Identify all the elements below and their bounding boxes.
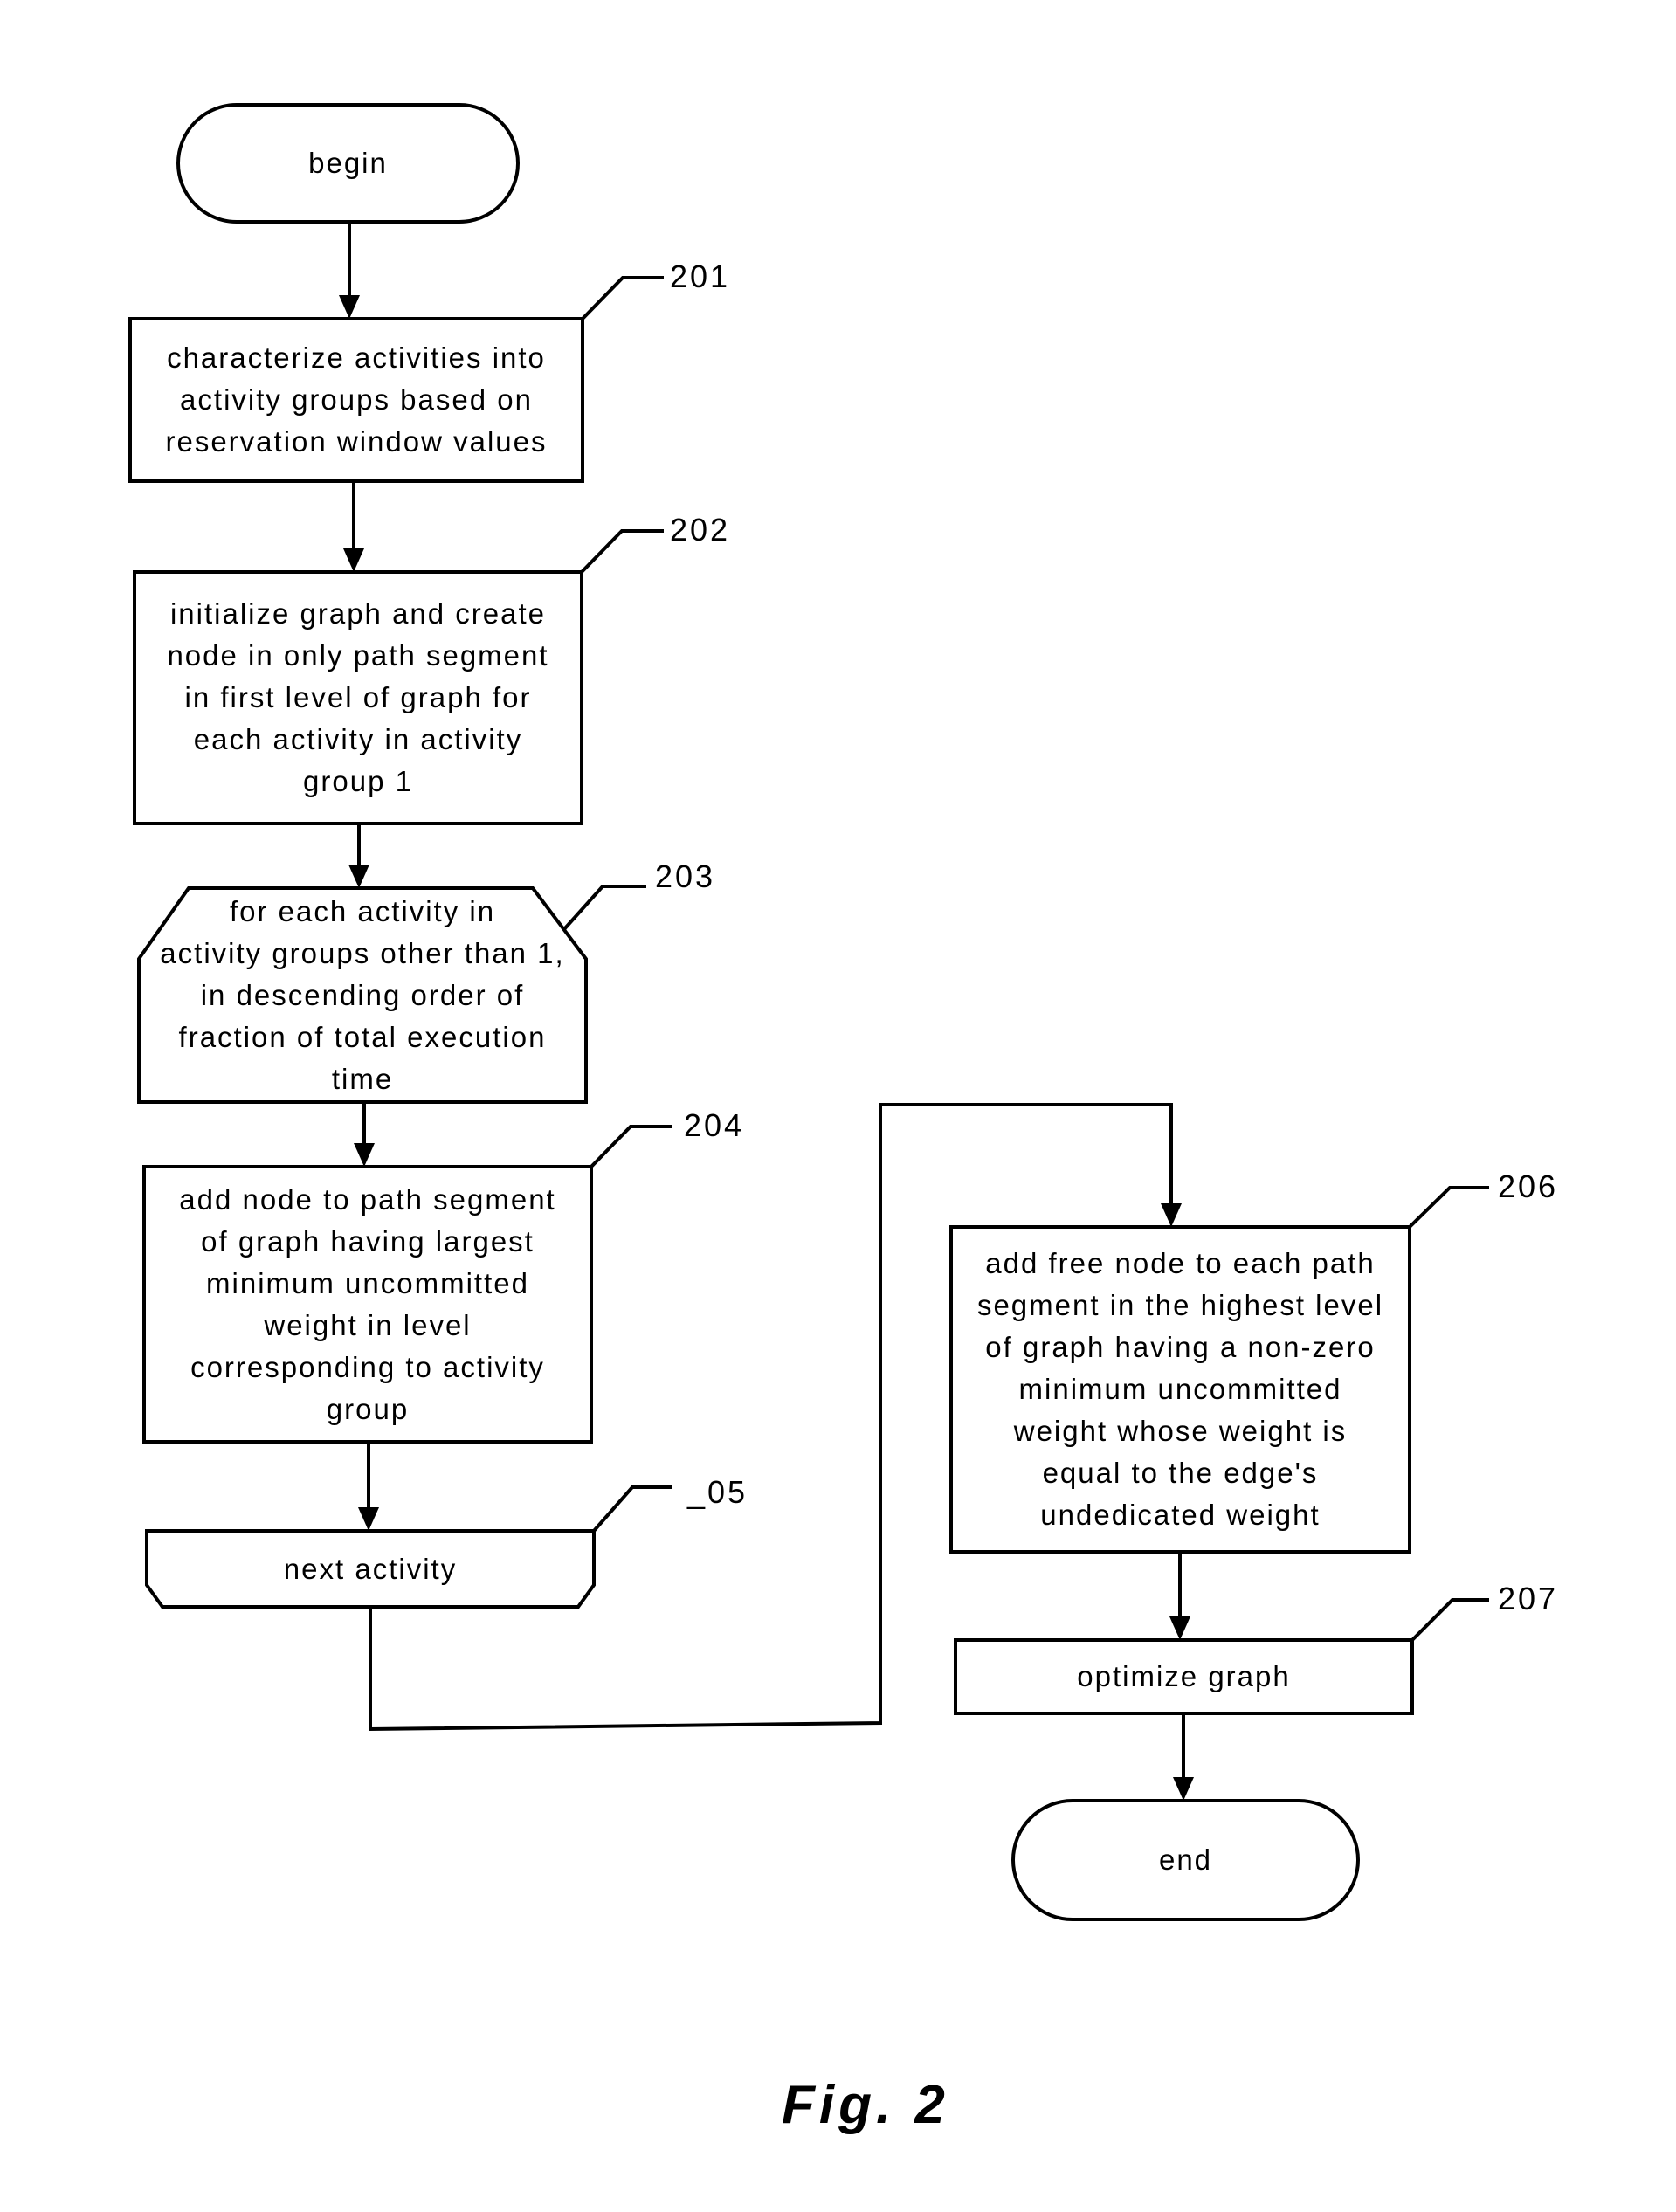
step-201-label: characterize activities into activity gr… [165, 341, 548, 458]
arrowhead-203 [348, 865, 369, 888]
arrowhead-207 [1169, 1616, 1190, 1640]
ref-207: 207 [1498, 1581, 1559, 1616]
arrowhead-206 [1161, 1203, 1182, 1227]
step-203-label: for each activity in activity groups oth… [160, 894, 565, 1095]
ref-202: 202 [670, 512, 731, 548]
end-terminator-label: end [1158, 1843, 1213, 1876]
arrowhead-205 [358, 1507, 379, 1531]
figure-caption: Fig. 2 [782, 2075, 949, 2135]
leader-201 [581, 276, 664, 320]
leader-202 [580, 529, 664, 574]
ref-204: 204 [684, 1107, 745, 1143]
leader-207 [1410, 1598, 1489, 1642]
step-202-label: initialize graph and create node in only… [167, 597, 549, 797]
leader-205 [592, 1485, 672, 1533]
step-207-label: optimize graph [1077, 1660, 1291, 1692]
step-205-label: next activity [283, 1552, 458, 1585]
arrowhead-202 [343, 548, 364, 572]
leader-206 [1408, 1186, 1489, 1229]
step-206-label: add free node to each path segment in th… [976, 1247, 1384, 1531]
step-204-label: add node to path segment of graph having… [179, 1182, 556, 1425]
ref-205: _05 [687, 1474, 748, 1510]
begin-terminator-label: begin [308, 147, 388, 179]
ref-201: 201 [670, 258, 731, 294]
ref-203: 203 [655, 858, 716, 894]
arrowhead-end [1173, 1777, 1194, 1801]
arrowhead-204 [354, 1143, 375, 1167]
ref-206: 206 [1498, 1168, 1559, 1204]
leader-204 [590, 1125, 672, 1168]
arrowhead-201 [339, 295, 360, 319]
